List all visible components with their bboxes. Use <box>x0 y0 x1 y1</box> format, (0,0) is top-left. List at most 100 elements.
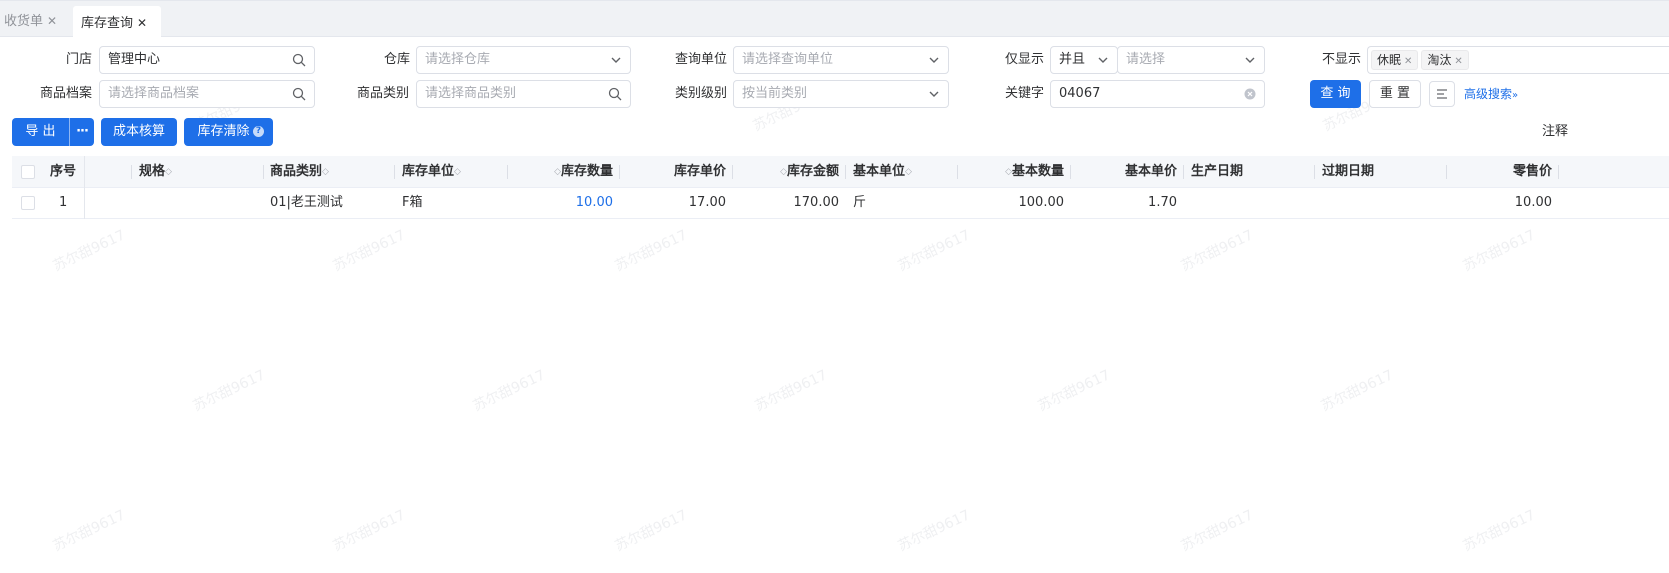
watermark-text: 苏尔甜9617 <box>895 507 973 555</box>
keyword-input[interactable]: 04067 <box>1050 80 1265 108</box>
table-row[interactable]: 1 01|老王测试 F箱 10.00 17.00 170.00 斤 100.00… <box>12 188 1669 219</box>
watermark-text: 苏尔甜9617 <box>190 367 268 415</box>
sort-icon: ◇ <box>905 167 912 177</box>
watermark-text: 苏尔甜9617 <box>1460 227 1538 275</box>
watermark-text: 苏尔甜9617 <box>330 507 408 555</box>
col-spec[interactable]: 规格◇ <box>139 156 172 188</box>
col-index: 序号 <box>50 164 77 179</box>
product-category-label: 商品类别 <box>356 86 409 101</box>
chevron-down-icon <box>610 47 622 73</box>
warehouse-label: 仓库 <box>383 52 410 67</box>
list-settings-icon <box>1437 89 1447 99</box>
export-button[interactable]: 导 出 <box>12 118 69 146</box>
tag-dormant: 休眠 ✕ <box>1371 50 1419 70</box>
col-category[interactable]: 商品类别◇ <box>270 156 329 188</box>
watermark-text: 苏尔甜9617 <box>50 227 128 275</box>
clear-icon[interactable] <box>1244 81 1256 107</box>
product-category-select[interactable]: 请选择商品类别 <box>416 80 631 108</box>
reset-button[interactable]: 重 置 <box>1369 80 1421 108</box>
fixed-column-divider <box>84 156 85 219</box>
sort-icon: ◇ <box>165 167 172 177</box>
col-base-qty[interactable]: ◇基本数量 <box>1005 156 1064 188</box>
cell-index: 1 <box>59 195 68 210</box>
tab-inventory-query[interactable]: 库存查询 ✕ <box>73 6 161 38</box>
watermark-text: 苏尔甜9617 <box>1035 367 1113 415</box>
cell-base-unit: 斤 <box>853 195 867 210</box>
query-button[interactable]: 查 询 <box>1310 80 1361 108</box>
sort-icon: ◇ <box>454 167 461 177</box>
category-level-select[interactable]: 按当前类别 <box>733 80 949 108</box>
query-unit-select[interactable]: 请选择查询单位 <box>733 46 949 74</box>
warehouse-select[interactable]: 请选择仓库 <box>416 46 631 74</box>
product-archive-select[interactable]: 请选择商品档案 <box>99 80 315 108</box>
search-icon[interactable] <box>292 81 306 107</box>
store-label: 门店 <box>65 52 92 67</box>
col-unit-price: 库存单价 <box>673 164 726 179</box>
col-exp-date: 过期日期 <box>1322 164 1375 179</box>
cell-stock-qty-link[interactable]: 10.00 <box>576 188 613 218</box>
tab-bar: 收货单 ✕ 库存查询 ✕ <box>0 0 1669 38</box>
column-settings-button[interactable] <box>1429 81 1455 107</box>
close-icon[interactable]: ✕ <box>47 14 57 28</box>
cell-base-qty: 100.00 <box>1018 195 1065 210</box>
close-icon[interactable]: ✕ <box>137 16 147 30</box>
tab-label: 库存查询 <box>81 16 134 31</box>
row-checkbox[interactable] <box>21 196 35 210</box>
tab-receipt[interactable]: 收货单 ✕ <box>4 6 57 38</box>
watermark-text: 苏尔甜9617 <box>1460 507 1538 555</box>
only-show-select[interactable]: 请选择 <box>1117 46 1265 74</box>
product-archive-label: 商品档案 <box>39 86 92 101</box>
col-base-price: 基本单价 <box>1124 164 1177 179</box>
sort-icon: ◇ <box>554 167 561 177</box>
watermark-text: 苏尔甜9617 <box>752 367 830 415</box>
watermark-text: 苏尔甜9617 <box>895 227 973 275</box>
col-amount[interactable]: ◇库存金额 <box>780 156 839 188</box>
close-icon[interactable]: ✕ <box>1404 56 1412 67</box>
cell-category: 01|老王测试 <box>270 195 343 210</box>
sort-icon: ◇ <box>1005 167 1012 177</box>
sort-icon: ◇ <box>322 167 329 177</box>
watermark-text: 苏尔甜9617 <box>1318 367 1396 415</box>
sort-icon: ◇ <box>780 167 787 177</box>
query-unit-label: 查询单位 <box>674 52 727 67</box>
chevron-down-icon <box>1097 47 1109 73</box>
stock-clear-button[interactable]: 库存清除 ? <box>184 118 273 146</box>
store-select[interactable]: 管理中心 <box>99 46 315 74</box>
advanced-search-link[interactable]: 高级搜索» <box>1464 80 1518 110</box>
col-stock-qty[interactable]: ◇库存数量 <box>554 156 613 188</box>
watermark-text: 苏尔甜9617 <box>1178 507 1256 555</box>
cell-retail: 10.00 <box>1514 195 1552 210</box>
col-stock-unit[interactable]: 库存单位◇ <box>402 156 461 188</box>
cell-base-price: 1.70 <box>1148 195 1177 210</box>
not-show-label: 不显示 <box>1321 52 1361 67</box>
table-header: 序号 规格◇ 商品类别◇ 库存单位◇ ◇库存数量 库存单价 ◇库存金额 基本单位… <box>12 156 1669 188</box>
keyword-label: 关键字 <box>1004 86 1044 101</box>
export-more-button[interactable]: ··· <box>69 118 94 146</box>
chevron-down-icon <box>1244 47 1256 73</box>
help-icon: ? <box>253 126 264 137</box>
col-prod-date: 生产日期 <box>1191 164 1244 179</box>
watermark-text: 苏尔甜9617 <box>50 507 128 555</box>
cost-accounting-button[interactable]: 成本核算 <box>101 118 177 146</box>
logic-select[interactable]: 并且 <box>1050 46 1118 74</box>
search-icon[interactable] <box>292 47 306 73</box>
select-all-checkbox[interactable] <box>21 165 35 179</box>
col-retail: 零售价 <box>1512 164 1552 179</box>
watermark-text: 苏尔甜9617 <box>612 507 690 555</box>
note-label: 注释 <box>1542 124 1569 139</box>
watermark-text: 苏尔甜9617 <box>470 367 548 415</box>
cell-amount: 170.00 <box>793 195 840 210</box>
watermark-text: 苏尔甜9617 <box>1178 227 1256 275</box>
search-icon[interactable] <box>608 81 622 107</box>
not-show-select[interactable]: 休眠 ✕ 淘汰 ✕ <box>1367 46 1669 74</box>
tag-eliminated: 淘汰 ✕ <box>1421 50 1469 70</box>
tab-label: 收货单 <box>4 14 44 29</box>
cell-unit-price: 17.00 <box>688 195 726 210</box>
category-level-label: 类别级别 <box>674 86 727 101</box>
close-icon[interactable]: ✕ <box>1454 56 1462 67</box>
only-show-label: 仅显示 <box>1004 52 1044 67</box>
col-base-unit[interactable]: 基本单位◇ <box>853 156 912 188</box>
cell-stock-unit: F箱 <box>402 195 423 210</box>
chevron-down-icon <box>928 81 940 107</box>
double-chevron-down-icon: » <box>1512 90 1519 101</box>
